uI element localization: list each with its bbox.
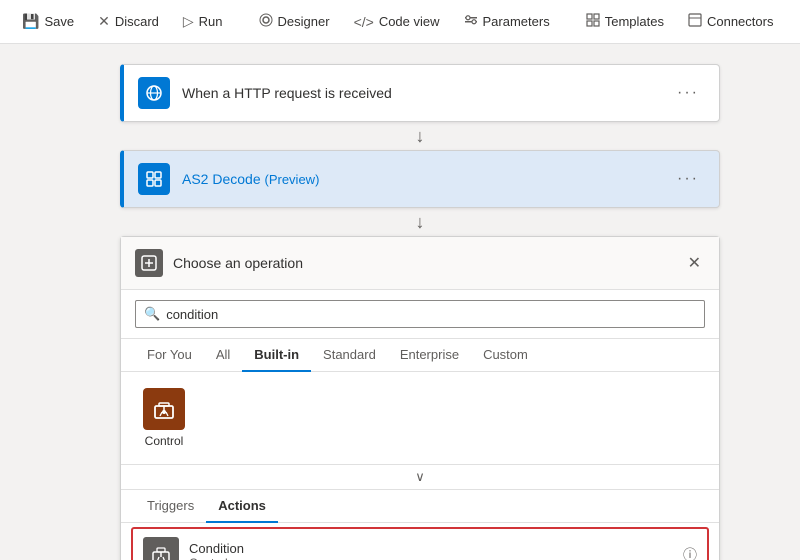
tab-triggers[interactable]: Triggers <box>135 490 206 523</box>
http-node-title: When a HTTP request is received <box>182 85 671 101</box>
action-list: Condition Control ⓘ <box>121 527 719 560</box>
condition-action-icon <box>143 537 179 560</box>
condition-info-button[interactable]: ⓘ <box>683 545 697 560</box>
condition-action-item[interactable]: Condition Control ⓘ <box>131 527 709 560</box>
category-tabs: For You All Built-in Standard Enterprise… <box>121 339 719 372</box>
toolbar: 💾 Save ✕ Discard ▷ Run Designer </> Code… <box>0 0 800 44</box>
tab-actions[interactable]: Actions <box>206 490 278 523</box>
condition-action-name: Condition <box>189 541 683 556</box>
connectors-button[interactable]: Connectors <box>678 7 783 36</box>
search-area: 🔍 <box>121 290 719 339</box>
run-button[interactable]: ▷ Run <box>173 7 233 36</box>
tab-custom[interactable]: Custom <box>471 339 540 372</box>
run-icon: ▷ <box>183 13 194 30</box>
save-icon: 💾 <box>22 13 39 30</box>
search-icon: 🔍 <box>144 306 160 322</box>
expand-button[interactable]: ∨ <box>121 465 719 490</box>
choose-header-icon <box>135 249 163 277</box>
search-box[interactable]: 🔍 <box>135 300 705 328</box>
templates-button[interactable]: Templates <box>576 7 674 36</box>
condition-action-subtitle: Control <box>189 556 683 560</box>
parameters-button[interactable]: Parameters <box>454 7 560 36</box>
tab-enterprise[interactable]: Enterprise <box>388 339 471 372</box>
discard-icon: ✕ <box>98 13 110 30</box>
arrow-2: ↓ <box>416 208 425 236</box>
as2-node-more[interactable]: ··· <box>671 166 705 192</box>
designer-icon <box>259 13 273 30</box>
control-category[interactable]: Control <box>135 382 193 454</box>
flow-container: When a HTTP request is received ··· ↓ AS… <box>80 64 760 560</box>
http-request-node[interactable]: When a HTTP request is received ··· <box>120 64 720 122</box>
parameters-icon <box>464 13 478 30</box>
tab-foryou[interactable]: For You <box>135 339 204 372</box>
templates-icon <box>586 13 600 30</box>
choose-panel-header: Choose an operation ✕ <box>121 237 719 290</box>
close-button[interactable]: ✕ <box>684 249 705 277</box>
http-node-icon <box>138 77 170 109</box>
as2-decode-node[interactable]: AS2 Decode (Preview) ··· <box>120 150 720 208</box>
tab-all[interactable]: All <box>204 339 242 372</box>
tab-builtin[interactable]: Built-in <box>242 339 311 372</box>
categories-area: Control <box>121 372 719 465</box>
codeview-icon: </> <box>354 14 374 30</box>
choose-operation-panel: Choose an operation ✕ 🔍 For You All Buil… <box>120 236 720 560</box>
codeview-button[interactable]: </> Code view <box>344 8 450 36</box>
action-tabs: Triggers Actions <box>121 490 719 523</box>
search-input[interactable] <box>166 307 696 322</box>
discard-button[interactable]: ✕ Discard <box>88 7 169 36</box>
save-button[interactable]: 💾 Save <box>12 7 84 36</box>
condition-action-text: Condition Control <box>189 541 683 560</box>
connectors-icon <box>688 13 702 30</box>
arrow-1: ↓ <box>416 122 425 150</box>
designer-button[interactable]: Designer <box>249 7 340 36</box>
as2-node-icon <box>138 163 170 195</box>
as2-node-title: AS2 Decode (Preview) <box>182 171 671 187</box>
http-node-more[interactable]: ··· <box>671 80 705 106</box>
tab-standard[interactable]: Standard <box>311 339 388 372</box>
canvas: When a HTTP request is received ··· ↓ AS… <box>0 44 800 560</box>
choose-panel-title: Choose an operation <box>173 255 684 271</box>
control-category-label: Control <box>145 434 184 448</box>
control-category-icon <box>143 388 185 430</box>
